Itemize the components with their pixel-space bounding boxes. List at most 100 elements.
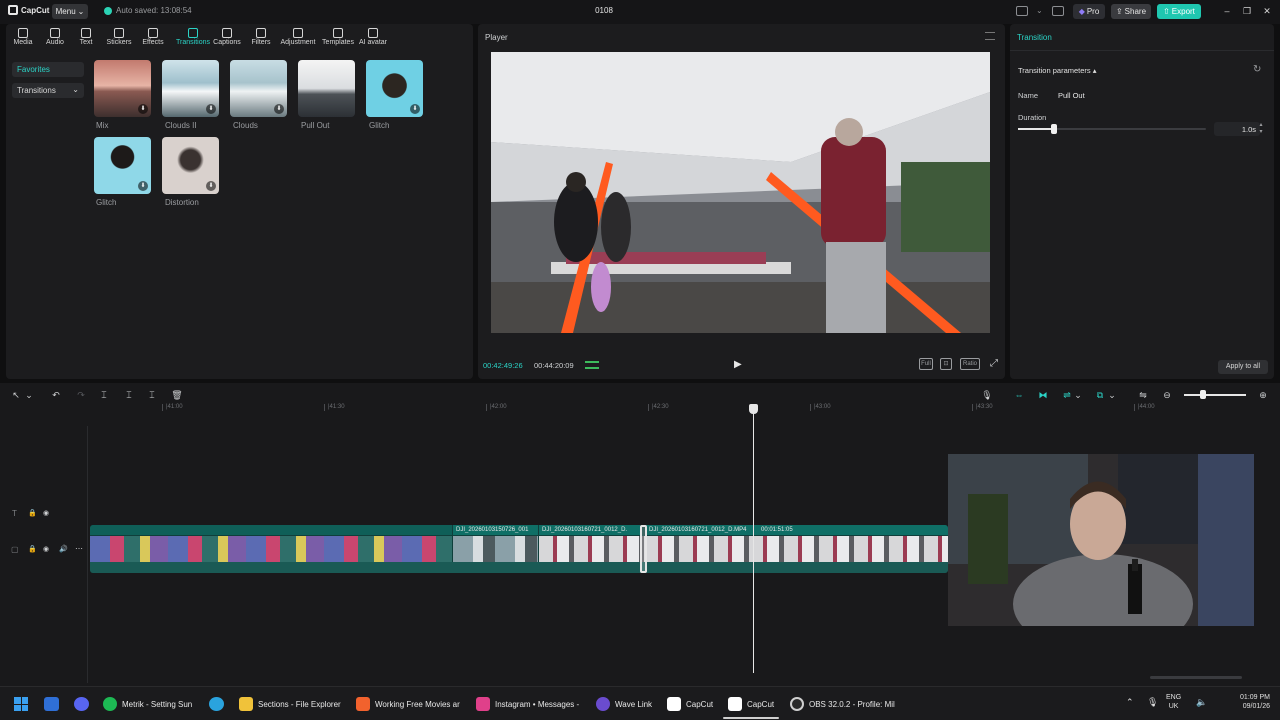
fullscreen-toggle[interactable]: Full: [919, 358, 933, 370]
select-tool-icon[interactable]: ↖: [10, 389, 22, 401]
discord-icon[interactable]: [74, 697, 89, 711]
shortcuts-icon[interactable]: [1052, 6, 1064, 16]
sidebar-item-favorites[interactable]: Favorites: [12, 62, 84, 77]
duration-slider-handle[interactable]: [1050, 124, 1057, 134]
transition-marker[interactable]: [640, 525, 647, 573]
tab-media[interactable]: Media: [6, 28, 40, 52]
export-button[interactable]: ⇧ Export: [1157, 4, 1201, 19]
tab-effects[interactable]: Effects: [136, 28, 170, 52]
horizontal-scrollbar[interactable]: [1150, 676, 1242, 679]
download-icon[interactable]: ⬇: [206, 181, 216, 191]
zoom-icon[interactable]: ⊡: [940, 358, 952, 370]
lock-icon[interactable]: 🔒: [28, 509, 37, 517]
audio-mute-icon[interactable]: 🔊: [59, 545, 68, 553]
tab-transitions[interactable]: Transitions: [174, 28, 212, 52]
taskbar-item-capcut-2[interactable]: CapCut: [728, 695, 774, 713]
delete-icon[interactable]: 🗑: [171, 389, 183, 401]
playhead-handle[interactable]: [749, 404, 758, 414]
tab-stickers[interactable]: Stickers: [102, 28, 136, 52]
duration-stepper-icon[interactable]: ▴ ▾: [1256, 122, 1266, 136]
tab-filters[interactable]: Filters: [244, 28, 278, 52]
chevron-down-icon[interactable]: ⌄: [1108, 389, 1116, 401]
chevron-up-icon[interactable]: ⌃: [1126, 697, 1134, 708]
menu-button[interactable]: Menu ⌄: [52, 4, 88, 19]
duration-input[interactable]: 1.0s: [1214, 122, 1260, 136]
record-audio-icon[interactable]: 🎙: [981, 389, 993, 401]
tab-text[interactable]: Text: [69, 28, 103, 52]
redo-icon[interactable]: ↷: [75, 389, 87, 401]
transition-thumb-distortion[interactable]: ⬇: [162, 137, 219, 194]
ratio-button[interactable]: Ratio: [960, 358, 980, 370]
transition-thumb-clouds-ii[interactable]: ⬇: [162, 60, 219, 117]
taskbar-item-capcut[interactable]: CapCut: [667, 695, 713, 713]
chevron-down-icon[interactable]: ⌄: [25, 389, 33, 401]
play-icon[interactable]: ▶: [734, 359, 744, 371]
sidebar-item-transitions[interactable]: Transitions ⌄: [12, 83, 84, 98]
taskbar-item-wave-link[interactable]: Wave Link: [596, 695, 652, 713]
zoom-in-icon[interactable]: ⊕: [1257, 389, 1269, 401]
transition-thumb-glitch-2[interactable]: ⬇: [94, 137, 151, 194]
system-clock[interactable]: 01:09 PM 09/01/26: [1230, 693, 1270, 711]
more-icon[interactable]: ⋯: [75, 544, 83, 553]
share-button[interactable]: ⇪ Share: [1111, 4, 1151, 19]
zoom-out-icon[interactable]: ⊖: [1161, 389, 1173, 401]
player-menu-icon[interactable]: [985, 32, 995, 40]
split-left-icon[interactable]: ⌶: [123, 389, 135, 401]
split-right-icon[interactable]: ⌶: [146, 389, 158, 401]
restore-icon[interactable]: ❐: [1241, 5, 1253, 17]
split-icon[interactable]: ⌶: [98, 389, 110, 401]
lock-icon[interactable]: 🔒: [28, 545, 37, 553]
outlook-icon[interactable]: [44, 697, 59, 711]
taskbar-item-obs[interactable]: OBS 32.0.2 - Profile: Mil: [790, 695, 895, 713]
transition-thumb-pull-out[interactable]: [298, 60, 355, 117]
telegram-icon[interactable]: [209, 697, 224, 711]
tab-audio[interactable]: Audio: [38, 28, 72, 52]
timeline-marks-icon[interactable]: [585, 361, 599, 369]
download-icon[interactable]: ⬇: [410, 104, 420, 114]
tab-templates[interactable]: Templates: [320, 28, 356, 52]
eye-icon[interactable]: ◉: [43, 509, 49, 517]
language-indicator[interactable]: ENG UK: [1166, 693, 1181, 711]
transition-thumb-mix[interactable]: ⬇: [94, 60, 151, 117]
taskbar-item-brave-movies[interactable]: Working Free Movies ar: [356, 695, 460, 713]
zoom-slider[interactable]: [1184, 394, 1246, 396]
apply-to-all-button[interactable]: Apply to all: [1218, 360, 1268, 374]
video-preview[interactable]: [491, 52, 990, 333]
minimize-icon[interactable]: –: [1221, 5, 1233, 17]
tab-ai-avatar[interactable]: AI avatar: [356, 28, 390, 52]
layout-icon[interactable]: [1016, 6, 1028, 16]
download-icon[interactable]: ⬇: [206, 104, 216, 114]
download-icon[interactable]: ⬇: [274, 104, 284, 114]
pro-button[interactable]: ◆ Pro: [1073, 4, 1105, 19]
auto-snap-icon[interactable]: ⧓: [1037, 389, 1049, 401]
chevron-down-icon[interactable]: ⌄: [1036, 6, 1044, 16]
taskbar-item-instagram[interactable]: Instagram • Messages -: [476, 695, 579, 713]
close-icon[interactable]: ✕: [1261, 5, 1273, 17]
taskbar-item-file-explorer[interactable]: Sections - File Explorer: [239, 695, 341, 713]
timeline-ruler[interactable]: |41:00 |41:30 |42:00 |42:30 |43:00 |43:3…: [88, 404, 1280, 416]
chevron-down-icon[interactable]: ⌄: [1074, 389, 1082, 401]
video-track[interactable]: DJI_20260103150726_001 DJI_2026010316072…: [90, 525, 948, 573]
transition-thumb-clouds[interactable]: ⬇: [230, 60, 287, 117]
fit-icon[interactable]: ⇋: [1137, 389, 1149, 401]
tab-captions[interactable]: Captions: [210, 28, 244, 52]
tab-adjustment[interactable]: Adjustment: [278, 28, 318, 52]
params-section-title[interactable]: Transition parameters ▴: [1018, 66, 1097, 75]
playhead[interactable]: [753, 405, 754, 673]
linkage-icon[interactable]: ⇌: [1061, 389, 1073, 401]
speaker-icon[interactable]: 🔈: [1196, 697, 1207, 708]
undo-icon[interactable]: ↶: [50, 389, 62, 401]
download-icon[interactable]: ⬇: [138, 181, 148, 191]
reset-icon[interactable]: ↻: [1253, 64, 1261, 75]
download-icon[interactable]: ⬇: [138, 104, 148, 114]
zoom-slider-handle[interactable]: [1200, 390, 1206, 399]
eye-icon[interactable]: ◉: [43, 545, 49, 553]
windows-start-icon[interactable]: [14, 697, 28, 711]
microphone-icon[interactable]: 🎙: [1147, 697, 1158, 708]
expand-icon[interactable]: ⤢: [990, 358, 1000, 369]
duration-slider[interactable]: [1018, 124, 1206, 134]
transition-thumb-glitch[interactable]: ⬇: [366, 60, 423, 117]
preview-axis-icon[interactable]: ⧉: [1094, 389, 1106, 401]
main-track-magnet-icon[interactable]: ⇔: [1013, 389, 1025, 401]
taskbar-item-spotify[interactable]: Metrik - Setting Sun: [103, 695, 192, 713]
